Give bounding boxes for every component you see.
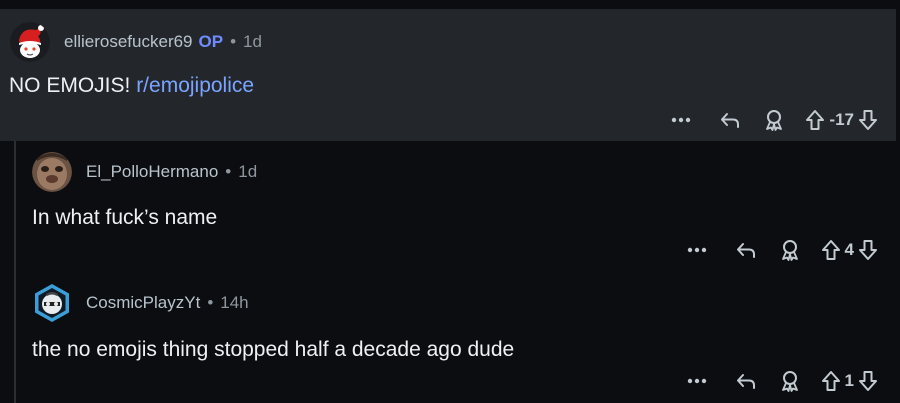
reply-icon[interactable]	[717, 110, 743, 130]
comment-body: NO EMOJIS! r/emojipolice	[9, 74, 254, 98]
vote-score: 1	[844, 371, 854, 390]
upvote-icon[interactable]	[805, 109, 825, 131]
comment-header: ellierosefucker69 OP • 1d	[10, 22, 262, 62]
vote-control: 1	[821, 370, 878, 392]
comment-reply: El_PolloHermano • 1d In what fuck’s name…	[24, 141, 896, 272]
downvote-icon[interactable]	[858, 370, 878, 392]
timestamp: 1d	[238, 162, 258, 181]
subreddit-link[interactable]: r/emojipolice	[136, 74, 254, 97]
more-icon[interactable]	[685, 378, 709, 384]
comment-body: the no emojis thing stopped half a decad…	[32, 338, 515, 361]
separator-dot: •	[225, 162, 232, 181]
separator-dot: •	[207, 293, 214, 312]
comment-header: El_PolloHermano • 1d	[32, 150, 257, 194]
vote-score: 4	[844, 240, 854, 259]
vote-score: -17	[829, 110, 854, 129]
timestamp: 14h	[220, 293, 249, 312]
downvote-icon[interactable]	[858, 239, 878, 261]
award-icon[interactable]	[777, 239, 803, 261]
username[interactable]: CosmicPlayzYt	[86, 293, 200, 313]
separator-dot: •	[230, 32, 237, 51]
avatar[interactable]	[32, 283, 72, 323]
comment-op: ellierosefucker69 OP • 1d NO EMOJIS! r/e…	[0, 9, 896, 141]
op-badge: OP	[198, 32, 224, 51]
comment-actions: -17	[669, 106, 878, 134]
more-icon[interactable]	[669, 117, 693, 123]
username[interactable]: ellierosefucker69	[64, 32, 193, 52]
comment-text: NO EMOJIS!	[9, 74, 137, 97]
reply-icon[interactable]	[733, 371, 759, 391]
upvote-icon[interactable]	[821, 239, 841, 261]
more-icon[interactable]	[685, 247, 709, 253]
comment-actions: 1	[685, 367, 878, 395]
username[interactable]: El_PolloHermano	[86, 162, 218, 182]
comment-header: CosmicPlayzYt • 14h	[32, 281, 249, 325]
timestamp: 1d	[243, 32, 262, 51]
award-icon[interactable]	[777, 370, 803, 392]
comment-body: In what fuck’s name	[32, 206, 218, 229]
vote-control: 4	[821, 239, 878, 261]
avatar[interactable]	[10, 22, 50, 62]
thread-line[interactable]	[14, 141, 16, 403]
award-icon[interactable]	[761, 109, 787, 131]
downvote-icon[interactable]	[858, 109, 878, 131]
reply-icon[interactable]	[733, 240, 759, 260]
upvote-icon[interactable]	[821, 370, 841, 392]
comment-actions: 4	[685, 236, 878, 264]
vote-control: -17	[805, 109, 878, 131]
top-bar	[0, 0, 900, 9]
comment-reply: CosmicPlayzYt • 14h the no emojis thing …	[24, 272, 896, 403]
avatar[interactable]	[32, 152, 72, 192]
